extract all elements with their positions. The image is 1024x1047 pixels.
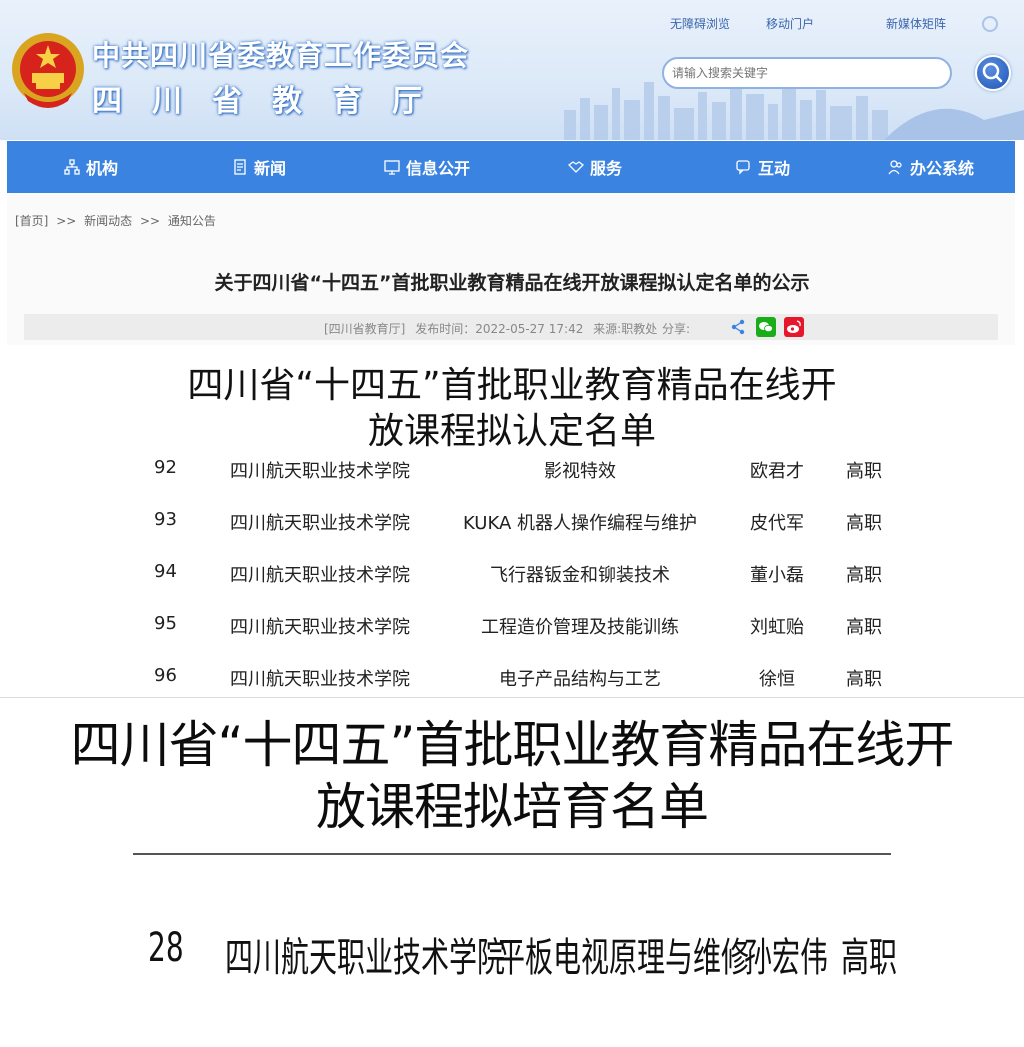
chat-icon (736, 160, 750, 175)
table-row: 92 四川航天职业技术学院 影视特效 欧君才 高职 (0, 457, 1024, 487)
nav-item-label: 互动 (757, 159, 790, 178)
nav-item-office-system[interactable]: 办公系统 (847, 155, 1015, 179)
row-level: 高职 (846, 565, 882, 586)
row-person: 欧君才 (750, 461, 804, 482)
approved-list-title-line2: 放课程拟认定名单 (367, 411, 656, 452)
row-course: 工程造价管理及技能训练 (481, 617, 679, 638)
row-course: KUKA 机器人操作编程与维护 (462, 513, 698, 534)
handshake-icon (567, 161, 584, 173)
cultivation-list-title: 四川省“十四五”首批职业教育精品在线开 放课程拟培育名单 (0, 714, 1024, 838)
breadcrumb-separator: >> (56, 214, 77, 228)
row-person: 徐恒 (759, 669, 795, 690)
cultivation-list-title-line1: 四川省“十四五”首批职业教育精品在线开 (70, 716, 955, 774)
row-course: 平板电视原理与维修 (497, 935, 749, 981)
weibo-share-icon[interactable] (784, 317, 804, 337)
row-number: 94 (154, 561, 177, 582)
row-person: 刘虹贻 (750, 617, 804, 638)
row-course: 电子产品结构与工艺 (499, 669, 661, 690)
breadcrumb-notice[interactable]: 通知公告 (168, 214, 216, 228)
approved-list-image: 四川省“十四五”首批职业教育精品在线开 放课程拟认定名单 92 四川航天职业技术… (0, 345, 1024, 697)
row-number: 92 (154, 457, 177, 478)
row-number: 95 (154, 613, 177, 634)
row-school: 四川航天职业技术学院 (230, 617, 410, 638)
table-row: 96 四川航天职业技术学院 电子产品结构与工艺 徐恒 高职 (0, 665, 1024, 695)
search-input[interactable] (662, 57, 952, 89)
nav-item-info-disclosure[interactable]: 信息公开 (343, 155, 511, 179)
cultivation-list-title-image: 四川省“十四五”首批职业教育精品在线开 放课程拟培育名单 (0, 697, 1024, 855)
mobile-portal-link[interactable]: 移动门户 (766, 15, 814, 32)
table-row: 93 四川航天职业技术学院 KUKA 机器人操作编程与维护 皮代军 高职 (0, 509, 1024, 539)
main-nav: 机构 新闻 信息公开 服务 互动 办公系统 (7, 141, 1015, 193)
new-media-matrix-label: 新媒体矩阵 (885, 17, 946, 31)
breadcrumb: [首页] >> 新闻动态 >> 通知公告 (15, 212, 220, 229)
monitor-icon (384, 160, 400, 175)
row-school: 四川航天职业技术学院 (230, 513, 410, 534)
nav-item-interaction[interactable]: 互动 (679, 155, 847, 179)
nav-item-label: 新闻 (253, 159, 286, 178)
nav-item-news[interactable]: 新闻 (175, 155, 343, 179)
approved-list-title: 四川省“十四五”首批职业教育精品在线开 放课程拟认定名单 (0, 363, 1024, 455)
row-course: 影视特效 (544, 461, 616, 482)
article-origin: 来源:职教处 (593, 322, 658, 336)
wechat-share-icon[interactable] (756, 317, 776, 337)
search-button[interactable] (975, 55, 1011, 91)
user-group-icon (888, 160, 902, 175)
breadcrumb-separator: >> (139, 214, 161, 228)
row-person: 董小磊 (750, 565, 804, 586)
media-matrix-icon (982, 15, 998, 32)
row-level: 高职 (841, 935, 897, 981)
breadcrumb-home[interactable]: [首页] (15, 214, 48, 228)
row-number: 96 (154, 665, 177, 686)
search-icon (982, 62, 1003, 83)
row-number: 93 (154, 509, 177, 530)
row-course: 飞行器钣金和铆装技术 (490, 565, 670, 586)
row-level: 高职 (846, 513, 882, 534)
nav-item-label: 服务 (589, 159, 622, 178)
table-row: 95 四川航天职业技术学院 工程造价管理及技能训练 刘虹贻 高职 (0, 613, 1024, 643)
accessibility-link[interactable]: 无障碍浏览 (670, 15, 730, 32)
new-media-matrix-link[interactable]: 新媒体矩阵 (850, 15, 998, 32)
article-source: [四川省教育厅] (324, 322, 406, 336)
site-name-secondary: 四川省教育厅 (92, 84, 452, 119)
breadcrumb-news[interactable]: 新闻动态 (84, 214, 132, 228)
article-meta-bar: [四川省教育厅] 发布时间：2022-05-27 17:42 来源:职教处 分享… (24, 314, 998, 340)
nav-item-label: 办公系统 (909, 159, 974, 178)
article-title: 关于四川省“十四五”首批职业教育精品在线开放课程拟认定名单的公示 (214, 272, 810, 294)
document-icon (234, 159, 246, 175)
nav-item-service[interactable]: 服务 (511, 155, 679, 179)
share-label: 分享: (662, 322, 691, 336)
row-school: 四川航天职业技术学院 (230, 669, 410, 690)
row-number: 28 (148, 925, 184, 971)
row-person: 孙宏伟 (744, 935, 828, 981)
article-meta: [四川省教育厅] 发布时间：2022-05-27 17:42 来源:职教处 (324, 320, 663, 337)
share-icon[interactable] (730, 319, 746, 335)
site-name-primary: 中共四川省委教育工作委员会 (92, 39, 470, 72)
row-level: 高职 (846, 669, 882, 690)
site-header: 中共四川省委教育工作委员会 四川省教育厅 无障碍浏览 移动门户 新媒体矩阵 (0, 0, 1024, 140)
approved-list-title-line1: 四川省“十四五”首批职业教育精品在线开 (187, 365, 837, 406)
row-school: 四川航天职业技术学院 (230, 565, 410, 586)
publish-time: 发布时间：2022-05-27 17:42 (415, 322, 584, 336)
cultivation-list-image: 28 四川航天职业技术学院 平板电视原理与维修 孙宏伟 高职 (0, 855, 1024, 1047)
row-school: 四川航天职业技术学院 (225, 935, 505, 981)
row-person: 皮代军 (750, 513, 804, 534)
row-school: 四川航天职业技术学院 (230, 461, 410, 482)
top-links: 无障碍浏览 移动门户 新媒体矩阵 (634, 15, 998, 32)
nav-item-org[interactable]: 机构 (7, 155, 175, 179)
row-level: 高职 (846, 617, 882, 638)
nav-item-label: 机构 (85, 159, 118, 178)
cultivation-list-title-line2: 放课程拟培育名单 (316, 778, 709, 836)
row-level: 高职 (846, 461, 882, 482)
table-row: 94 四川航天职业技术学院 飞行器钣金和铆装技术 董小磊 高职 (0, 561, 1024, 591)
nav-item-label: 信息公开 (405, 159, 470, 178)
national-emblem-logo (12, 33, 84, 108)
org-chart-icon (64, 159, 80, 175)
